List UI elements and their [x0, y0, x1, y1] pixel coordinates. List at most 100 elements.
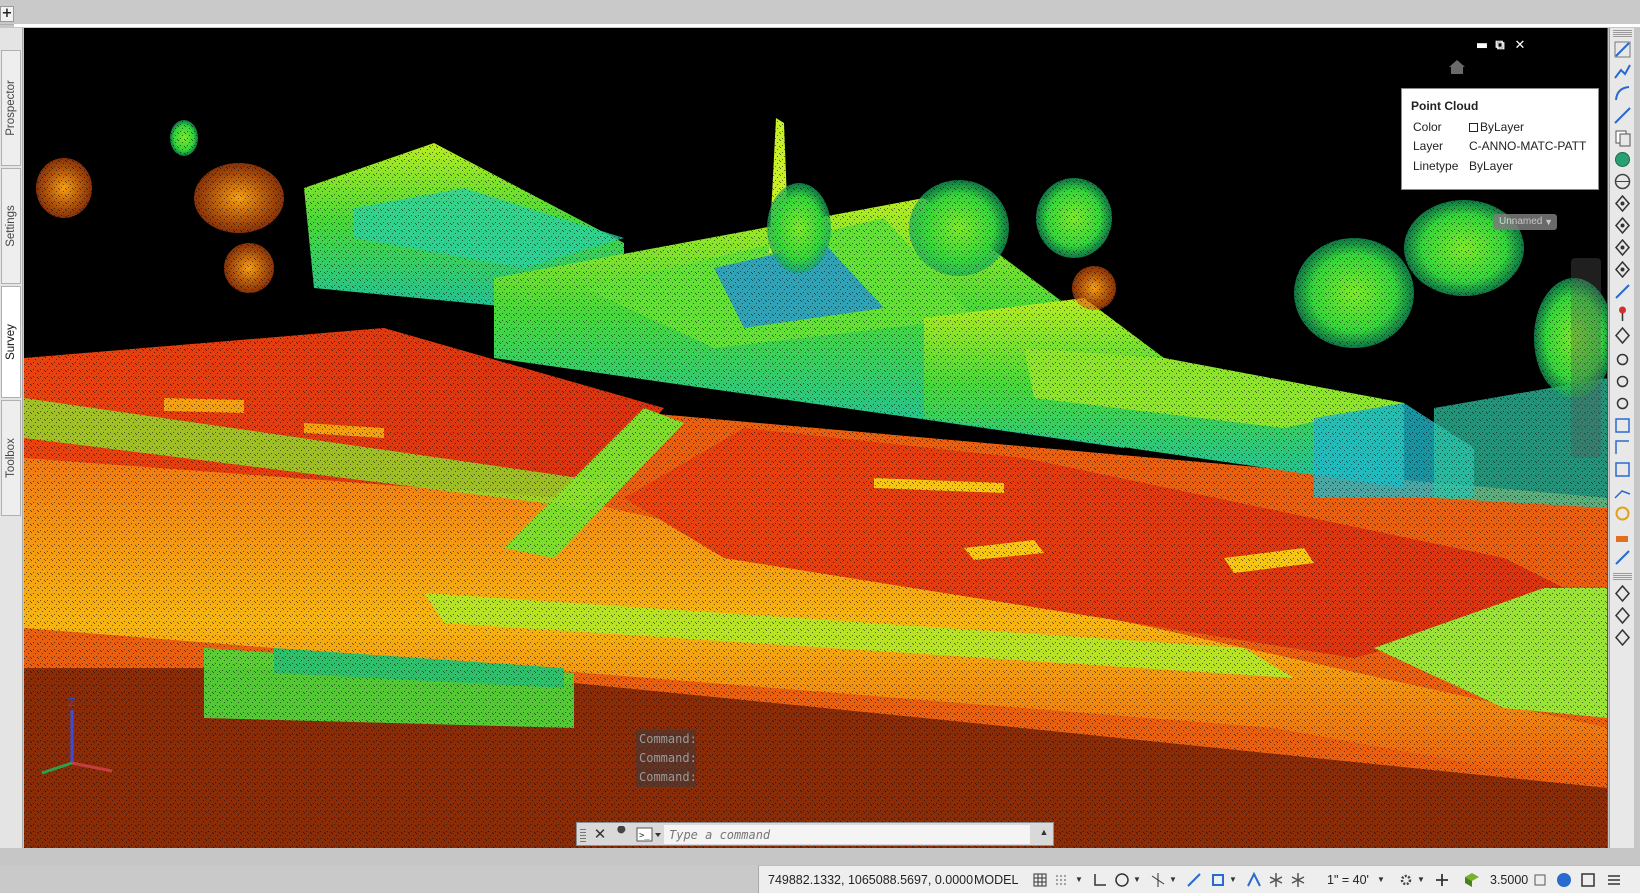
chevron-down-icon[interactable]: ▼ — [1075, 875, 1083, 884]
tab-toolbox[interactable]: Toolbox — [1, 400, 21, 516]
model-space-button[interactable]: MODEL — [974, 873, 1018, 887]
osnap-icon[interactable] — [1209, 871, 1227, 889]
arc-tool-icon[interactable] — [1613, 84, 1632, 103]
globe-tool-icon[interactable] — [1613, 150, 1632, 169]
drawing-viewport[interactable]: Z ▬ ⧉ ✕ Point Cloud Color ByLayer Layer … — [24, 28, 1608, 848]
isolate-icon[interactable] — [1531, 871, 1549, 889]
cursor-coordinates[interactable]: 749882.1332, 1065088.5697, 0.0000 — [768, 873, 973, 887]
chevron-down-icon[interactable]: ▼ — [1417, 875, 1425, 884]
command-input[interactable] — [664, 825, 1030, 844]
restore-icon[interactable]: ⧉ — [1492, 38, 1508, 54]
tangent-tool-icon[interactable] — [1613, 106, 1632, 125]
units-icon[interactable] — [1463, 871, 1481, 889]
status-bar: 749882.1332, 1065088.5697, 0.0000 MODEL … — [0, 865, 1640, 893]
line-tool-icon[interactable] — [1613, 40, 1632, 59]
tab-survey-label: Survey — [5, 324, 17, 360]
hardware-acceleration-icon[interactable] — [1555, 871, 1573, 889]
point-edit-icon[interactable] — [1613, 350, 1632, 369]
prop-value-linetype: ByLayer — [1469, 159, 1514, 173]
dimension-icon[interactable] — [1613, 416, 1632, 435]
point-edit-icon-2[interactable] — [1613, 372, 1632, 391]
pin-tool-icon[interactable] — [1613, 304, 1632, 323]
survey-toolbar — [1609, 28, 1634, 848]
recent-commands-icon[interactable]: >_ — [635, 826, 663, 844]
prop-value-color: ByLayer — [1469, 120, 1524, 134]
workspace-gear-icon[interactable] — [1397, 871, 1415, 889]
point-speckle-overlay — [24, 28, 1607, 848]
fullscreen-icon[interactable] — [1579, 871, 1597, 889]
point-tool-icon-3[interactable] — [1613, 238, 1632, 257]
ortho-icon[interactable] — [1091, 871, 1109, 889]
plus-icon[interactable] — [1433, 871, 1451, 889]
annotation-visibility-icon[interactable] — [1267, 871, 1285, 889]
point-group-icon[interactable] — [1613, 326, 1632, 345]
point-tool-icon-2[interactable] — [1613, 216, 1632, 235]
dimension-icon-2[interactable] — [1613, 438, 1632, 457]
toolbar-grip-2[interactable] — [1613, 573, 1632, 580]
toolbar-grip[interactable] — [1613, 30, 1632, 37]
network-icon[interactable] — [1613, 584, 1632, 603]
command-history-line: Command: — [636, 749, 697, 768]
ucs-z-label: Z — [68, 696, 76, 709]
figure-tool-icon[interactable] — [1613, 282, 1632, 301]
autocad-civil3d-window: + Prospector Settings Survey Toolbox Z ▬… — [0, 0, 1640, 893]
traverse-icon[interactable] — [1613, 482, 1632, 501]
chevron-down-icon[interactable]: ▼ — [1169, 875, 1177, 884]
measure-icon[interactable] — [1613, 548, 1632, 567]
osnap-tracking-icon[interactable] — [1185, 871, 1203, 889]
curve-icon[interactable] — [1613, 504, 1632, 523]
tab-survey[interactable]: Survey — [1, 286, 21, 398]
close-icon[interactable]: ✕ — [1512, 38, 1528, 54]
wrench-icon[interactable] — [612, 826, 630, 844]
isodraft-icon[interactable] — [1149, 871, 1167, 889]
snap-icon[interactable] — [1053, 871, 1071, 889]
chevron-down-icon[interactable]: ▼ — [1133, 875, 1141, 884]
chevron-down-icon[interactable]: ▼ — [1229, 875, 1237, 884]
status-bar-tray: 749882.1332, 1065088.5697, 0.0000 MODEL … — [758, 865, 1640, 893]
named-view-dropdown[interactable]: Unnamed ▼ — [1493, 214, 1557, 230]
file-tab-strip: + — [0, 0, 1640, 25]
close-icon[interactable]: ✕ — [591, 824, 609, 844]
svg-text:>_: >_ — [639, 831, 650, 841]
point-tool-icon-4[interactable] — [1613, 260, 1632, 279]
network-icon-2[interactable] — [1613, 606, 1632, 625]
lineweight-icon[interactable] — [1245, 871, 1263, 889]
color-swatch-icon — [1469, 123, 1478, 132]
prop-value-color-text: ByLayer — [1480, 120, 1525, 134]
annotation-value[interactable]: 3.5000 — [1490, 873, 1528, 887]
command-history: Command: Command: Command: — [636, 730, 697, 787]
tab-settings[interactable]: Settings — [1, 168, 21, 284]
point-cloud-scene[interactable]: Z — [24, 28, 1608, 848]
expand-history-icon[interactable]: ▲ — [1038, 827, 1050, 841]
polyline-tool-icon[interactable] — [1613, 62, 1632, 81]
chevron-down-icon[interactable]: ▼ — [1377, 875, 1385, 884]
grid-icon[interactable] — [1031, 871, 1049, 889]
command-history-line: Command: — [636, 768, 697, 787]
annotation-scale[interactable]: 1" = 40' — [1327, 873, 1369, 887]
network-icon-3[interactable] — [1613, 628, 1632, 647]
geolocation-icon[interactable] — [1613, 172, 1632, 191]
minimize-icon[interactable]: ▬ — [1474, 38, 1490, 54]
command-line-grip[interactable] — [580, 827, 586, 842]
point-edit-icon-3[interactable] — [1613, 394, 1632, 413]
named-view-label: Unnamed — [1499, 216, 1543, 227]
tab-prospector[interactable]: Prospector — [1, 50, 21, 166]
prop-label-linetype: Linetype — [1413, 159, 1459, 173]
tab-settings-label: Settings — [5, 205, 17, 247]
tab-toolbox-label: Toolbox — [5, 438, 17, 478]
autoscale-icon[interactable] — [1289, 871, 1307, 889]
quick-properties-tooltip: Point Cloud Color ByLayer Layer C-ANNO-M… — [1401, 88, 1599, 190]
prop-label-layer: Layer — [1413, 139, 1444, 153]
command-history-line: Command: — [636, 730, 697, 749]
navigation-bar[interactable] — [1571, 258, 1601, 458]
home-icon[interactable] — [1448, 58, 1466, 76]
dimension-icon-3[interactable] — [1613, 460, 1632, 479]
prop-label-color: Color — [1413, 120, 1442, 134]
customize-menu-icon[interactable] — [1605, 871, 1623, 889]
brush-icon[interactable] — [1613, 526, 1632, 545]
copy-tool-icon[interactable] — [1613, 128, 1632, 147]
polar-icon[interactable] — [1113, 871, 1131, 889]
point-tool-icon[interactable] — [1613, 194, 1632, 213]
tab-divider — [14, 24, 1640, 27]
new-drawing-tab-button[interactable]: + — [0, 6, 14, 22]
